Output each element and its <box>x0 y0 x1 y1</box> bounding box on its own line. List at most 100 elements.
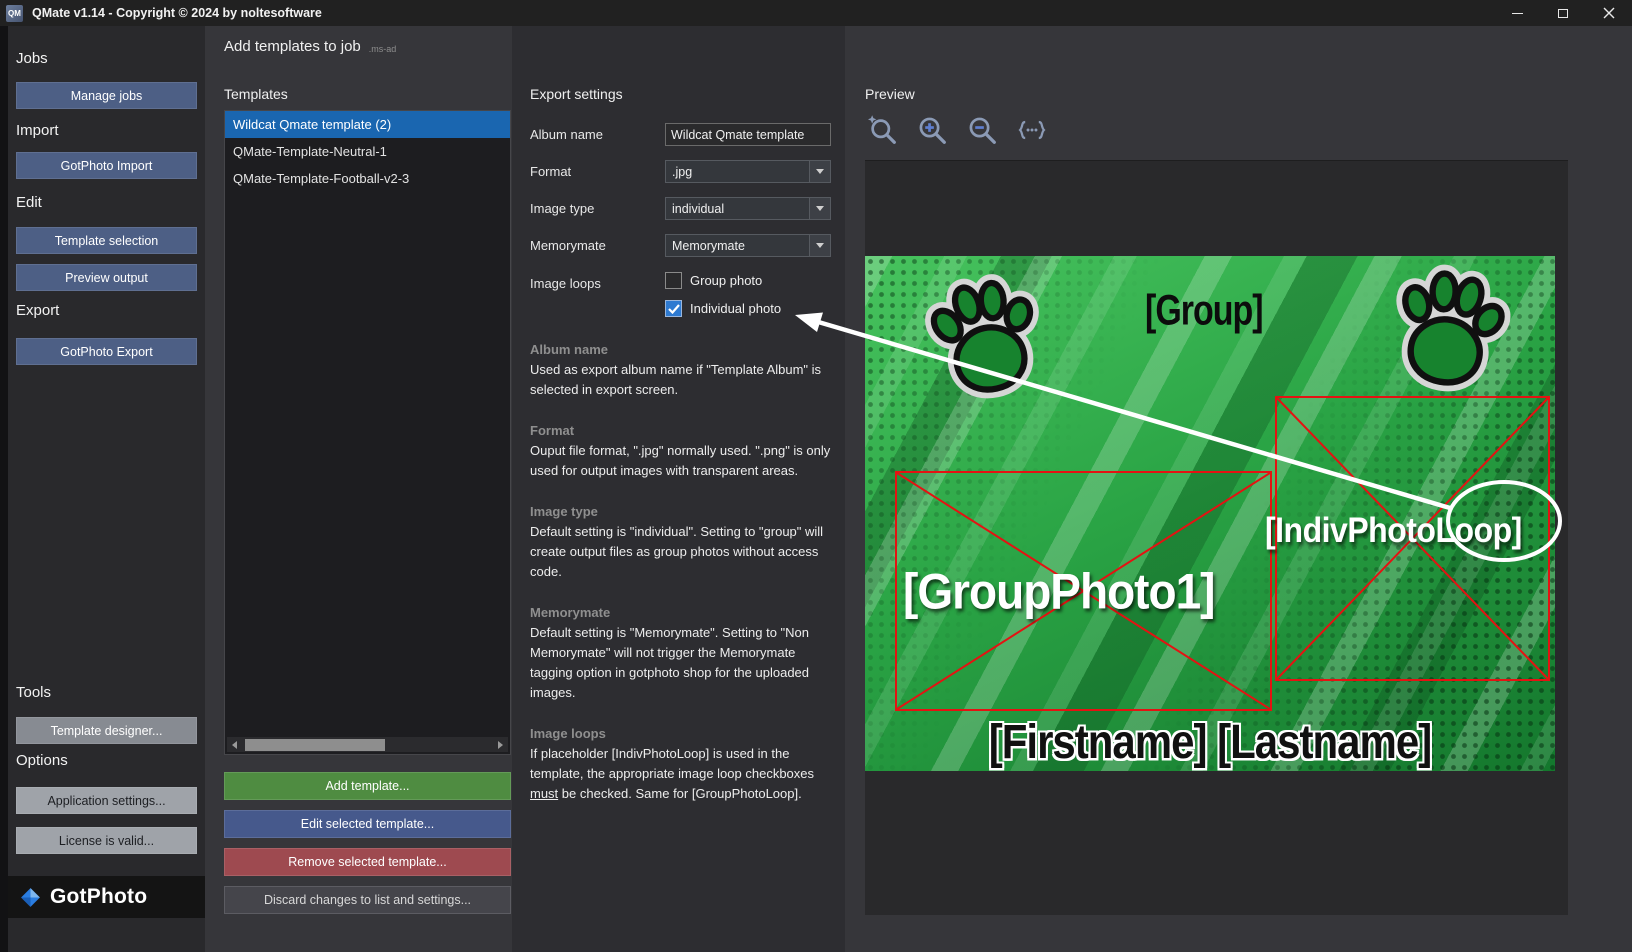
close-button[interactable] <box>1586 0 1632 26</box>
help-title: Memorymate <box>530 605 611 620</box>
zoom-in-button[interactable] <box>914 112 950 148</box>
app-window: QM QMate v1.14 - Copyright © 2024 by nol… <box>0 0 1632 952</box>
help-memorymate: Memorymate Default setting is "Memorymat… <box>530 605 834 703</box>
help-image-type: Image type Default setting is "individua… <box>530 504 834 582</box>
templates-list[interactable]: Wildcat Qmate template (2) QMate-Templat… <box>224 110 511 755</box>
license-button[interactable]: License is valid... <box>16 827 197 854</box>
help-text-part: If placeholder [IndivPhotoLoop] is used … <box>530 746 815 781</box>
add-template-button[interactable]: Add template... <box>224 772 511 800</box>
help-text: Default setting is "individual". Setting… <box>530 524 824 579</box>
zoom-out-button[interactable] <box>964 112 1000 148</box>
format-value: .jpg <box>672 164 693 179</box>
help-text: Used as export album name if "Template A… <box>530 362 822 397</box>
album-name-label: Album name <box>530 127 603 142</box>
page-title: Add templates to job <box>224 38 361 55</box>
scrollbar-thumb[interactable] <box>245 738 385 751</box>
gotphoto-export-button[interactable]: GotPhoto Export <box>16 338 197 365</box>
help-title: Image type <box>530 504 598 519</box>
format-select[interactable]: .jpg <box>665 160 831 183</box>
horizontal-scrollbar[interactable] <box>227 737 508 752</box>
window-controls <box>1494 0 1632 26</box>
remove-template-button[interactable]: Remove selected template... <box>224 848 511 876</box>
image-type-select[interactable]: individual <box>665 197 831 220</box>
individual-photo-checkbox-row[interactable]: Individual photo <box>665 300 781 317</box>
main-content: Add templates to job .ms-ad Templates Wi… <box>205 26 1632 952</box>
memorymate-select[interactable]: Memorymate <box>665 234 831 257</box>
image-type-label: Image type <box>530 201 595 216</box>
export-settings-heading: Export settings <box>530 86 623 102</box>
zoom-in-icon <box>919 117 946 144</box>
image-type-dropdown-zone <box>809 198 830 219</box>
gotphoto-logo-text: GotPhoto <box>50 885 148 908</box>
template-designer-button[interactable]: Template designer... <box>16 717 197 744</box>
placeholders-button[interactable] <box>1014 112 1050 148</box>
edit-heading: Edit <box>16 194 42 211</box>
help-text-part: be checked. Same for [GroupPhotoLoop]. <box>558 786 802 801</box>
options-heading: Options <box>16 752 68 769</box>
group-placeholder-text: [Group] <box>1145 287 1264 335</box>
scrollbar-track[interactable] <box>242 737 493 752</box>
template-selection-button[interactable]: Template selection <box>16 227 197 254</box>
name-placeholder-text: [Firstname] [Lastname] <box>988 714 1432 769</box>
templates-heading: Templates <box>224 86 288 102</box>
maximize-icon <box>1558 8 1568 18</box>
template-preview-image: [Group] [GroupPhoto1] [IndivPhotoLoop] [… <box>865 256 1555 771</box>
format-dropdown-zone <box>809 161 830 182</box>
album-name-input[interactable] <box>665 123 831 146</box>
help-title: Format <box>530 423 575 438</box>
sidebar: Jobs Manage jobs Import GotPhoto Import … <box>8 26 205 952</box>
gotphoto-import-button[interactable]: GotPhoto Import <box>16 152 197 179</box>
minimize-button[interactable] <box>1494 0 1540 26</box>
help-texts: Album name Used as export album name if … <box>530 342 834 827</box>
app-icon: QM <box>6 4 23 22</box>
memorymate-label: Memorymate <box>530 238 606 253</box>
help-text: Ouput file format, ".jpg" normally used.… <box>530 443 831 478</box>
chevron-down-icon <box>816 169 824 174</box>
preview-heading: Preview <box>865 86 915 102</box>
memorymate-value: Memorymate <box>672 238 745 253</box>
discard-changes-button[interactable]: Discard changes to list and settings... <box>224 886 511 914</box>
page-header: Add templates to job .ms-ad <box>224 38 396 55</box>
zoom-reset-button[interactable] <box>864 112 900 148</box>
placeholder-braces-icon <box>1018 120 1046 140</box>
jobs-heading: Jobs <box>16 50 48 67</box>
image-loops-label: Image loops <box>530 276 601 291</box>
titlebar: QM QMate v1.14 - Copyright © 2024 by nol… <box>0 0 1632 26</box>
edit-template-button[interactable]: Edit selected template... <box>224 810 511 838</box>
individual-photo-checkbox[interactable] <box>665 300 682 317</box>
import-heading: Import <box>16 122 59 139</box>
template-list-item[interactable]: Wildcat Qmate template (2) <box>225 111 510 138</box>
help-album-name: Album name Used as export album name if … <box>530 342 834 400</box>
template-list-item[interactable]: QMate-Template-Football-v2-3 <box>225 165 510 192</box>
gotphoto-logo: GotPhoto <box>8 876 205 918</box>
help-text: If placeholder [IndivPhotoLoop] is used … <box>530 744 834 804</box>
help-text: Default setting is "Memorymate". Setting… <box>530 625 810 700</box>
gotphoto-logo-icon <box>21 887 40 907</box>
left-edge-strip <box>0 26 8 952</box>
application-settings-button[interactable]: Application settings... <box>16 787 197 814</box>
format-label: Format <box>530 164 572 179</box>
page-title-suffix: .ms-ad <box>368 43 397 54</box>
checkmark-icon <box>667 303 680 314</box>
maximize-button[interactable] <box>1540 0 1586 26</box>
image-type-value: individual <box>672 201 725 216</box>
indiv-photo-loop-placeholder-text: [IndivPhotoLoop] <box>1265 510 1522 550</box>
scroll-right-icon <box>498 740 503 749</box>
scroll-left-arrow[interactable] <box>227 737 242 752</box>
group-photo-checkbox-row[interactable]: Group photo <box>665 272 762 289</box>
group-photo-checkbox[interactable] <box>665 272 682 289</box>
help-format: Format Ouput file format, ".jpg" normall… <box>530 423 834 481</box>
minimize-icon <box>1511 12 1523 14</box>
preview-output-button[interactable]: Preview output <box>16 264 197 291</box>
group-photo-label: Group photo <box>690 273 763 288</box>
preview-toolbar <box>864 112 1050 148</box>
manage-jobs-button[interactable]: Manage jobs <box>16 82 197 109</box>
template-list-item[interactable]: QMate-Template-Neutral-1 <box>225 138 510 165</box>
scroll-left-icon <box>232 740 237 749</box>
help-text-underlined: must <box>530 786 559 801</box>
scroll-right-arrow[interactable] <box>493 737 508 752</box>
help-image-loops: Image loops If placeholder [IndivPhotoLo… <box>530 726 834 804</box>
app-icon-text: QM <box>8 8 21 18</box>
chevron-down-icon <box>816 206 824 211</box>
preview-viewport[interactable]: [Group] [GroupPhoto1] [IndivPhotoLoop] [… <box>865 160 1568 915</box>
